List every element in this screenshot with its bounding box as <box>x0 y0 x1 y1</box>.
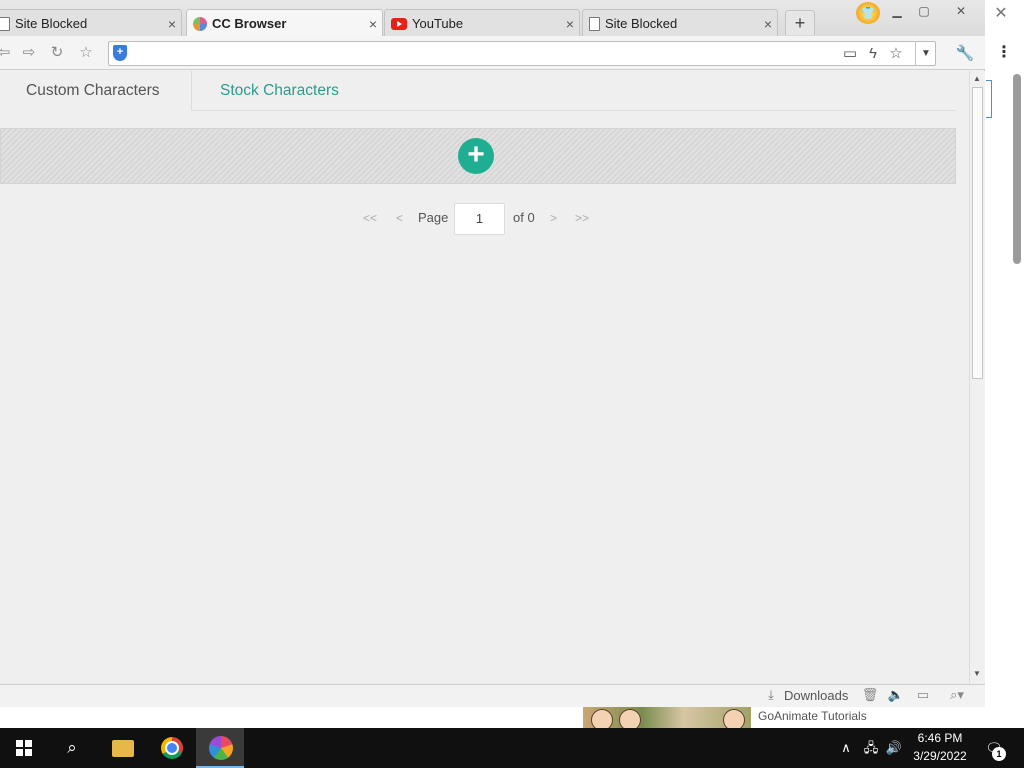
background-scrollbar-thumb[interactable] <box>1013 74 1021 264</box>
reload-icon[interactable]: ↻ <box>47 43 67 63</box>
search-icon[interactable]: ⌕ <box>48 728 96 768</box>
screen-icon[interactable]: ▭ <box>913 687 933 703</box>
favorite-star-icon[interactable]: ☆ <box>76 43 96 63</box>
pagination: << < Page 1 of 0 > >> <box>0 203 956 235</box>
cc-browser-app-icon <box>209 736 233 760</box>
download-icon[interactable]: ⤓ <box>762 687 780 703</box>
trash-icon[interactable]: 🗑 <box>860 687 880 703</box>
skin-shirt-icon[interactable]: 👕 <box>856 2 880 24</box>
maximize-icon[interactable]: ▢ <box>913 2 935 20</box>
clock-time[interactable]: 6:46 PM <box>915 731 965 745</box>
background-close-icon[interactable]: ✕ <box>991 4 1011 24</box>
screen-capture-icon[interactable]: ▭ <box>840 44 860 64</box>
page-icon <box>0 16 10 31</box>
new-tab-button[interactable]: + <box>785 10 815 35</box>
next-page-button[interactable]: > <box>550 211 557 225</box>
back-arrow-icon[interactable]: ⇦ <box>0 43 14 63</box>
scrollbar-thumb[interactable] <box>972 87 983 379</box>
speaker-icon[interactable]: 🔈 <box>886 687 906 703</box>
file-explorer-icon[interactable] <box>112 740 134 757</box>
minimize-icon[interactable]: ▁ <box>886 2 908 20</box>
tab-close-icon[interactable]: × <box>364 16 382 32</box>
windows-start-icon[interactable] <box>16 740 32 756</box>
character-face-icon <box>591 709 613 728</box>
last-page-button[interactable]: >> <box>575 211 589 225</box>
tray-chevron-icon[interactable]: ∧ <box>839 738 853 758</box>
page-count-label: of 0 <box>513 210 535 225</box>
tab-stock-characters[interactable]: Stock Characters <box>194 71 365 111</box>
browser-tab-cc-browser[interactable]: CC Browser × <box>186 9 383 37</box>
character-tabs: Custom Characters Stock Characters <box>0 71 956 111</box>
shield-icon[interactable]: + <box>113 45 127 61</box>
clock-date[interactable]: 3/29/2022 <box>908 749 972 763</box>
tab-close-icon[interactable]: × <box>163 16 181 32</box>
page-icon <box>589 16 600 31</box>
scroll-up-arrow-icon[interactable]: ▲ <box>971 73 983 85</box>
browser-tab-site-blocked-2[interactable]: Site Blocked × <box>582 9 778 37</box>
lightning-icon[interactable]: ϟ <box>863 44 883 64</box>
bookmark-star-icon[interactable]: ☆ <box>886 44 906 64</box>
character-face-icon <box>723 709 745 728</box>
character-browser-content: Custom Characters Stock Characters + << … <box>0 71 969 684</box>
tab-close-icon[interactable]: × <box>759 16 777 32</box>
video-title[interactable]: GoAnimate Tutorials <box>758 709 867 723</box>
add-character-button[interactable]: + <box>458 138 494 174</box>
forward-arrow-icon[interactable]: ⇨ <box>19 43 39 63</box>
address-dropdown-icon[interactable]: ▼ <box>915 41 936 66</box>
previous-page-button[interactable]: < <box>396 211 403 225</box>
browser-tab-youtube[interactable]: YouTube × <box>384 9 580 37</box>
window-close-icon[interactable]: ✕ <box>950 2 972 20</box>
youtube-icon <box>391 17 407 30</box>
browser-tab-site-blocked-1[interactable]: Site Blocked × <box>0 9 182 37</box>
cc-icon <box>193 16 207 31</box>
tab-strip: Site Blocked × CC Browser × YouTube × Si… <box>0 0 985 37</box>
tab-close-icon[interactable]: × <box>561 16 579 32</box>
page-label: Page <box>418 210 449 225</box>
scroll-down-arrow-icon[interactable]: ▼ <box>971 668 983 680</box>
notification-count-badge: 1 <box>992 747 1006 761</box>
address-bar[interactable] <box>108 41 936 66</box>
background-menu-icon[interactable]: ⋮ <box>996 42 1012 64</box>
zoom-icon[interactable]: ⌕▾ <box>942 687 972 703</box>
character-face-icon <box>619 709 641 728</box>
page-number-input[interactable]: 1 <box>454 203 505 235</box>
tab-custom-characters[interactable]: Custom Characters <box>0 71 192 111</box>
chrome-icon[interactable] <box>161 737 183 759</box>
background-focus-outline <box>986 80 992 118</box>
browser-window: Site Blocked × CC Browser × YouTube × Si… <box>0 0 985 707</box>
downloads-button[interactable]: Downloads <box>784 688 848 703</box>
network-icon[interactable]: 🖧 <box>862 738 880 758</box>
volume-icon[interactable]: 🔊 <box>885 738 903 758</box>
wrench-menu-icon[interactable]: 🔧 <box>950 44 980 64</box>
first-page-button[interactable]: << <box>363 211 377 225</box>
video-thumbnails[interactable] <box>583 707 751 728</box>
